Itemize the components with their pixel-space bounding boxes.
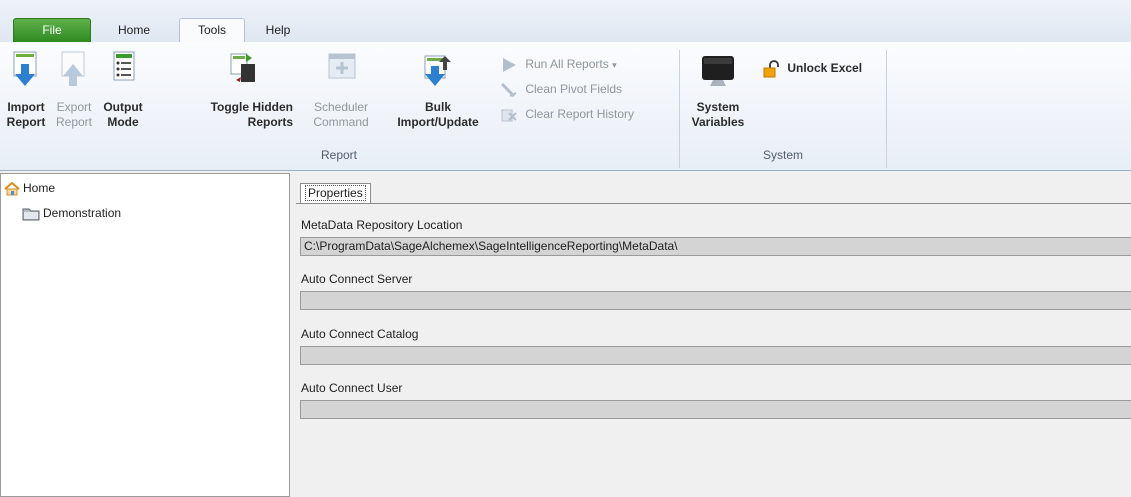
- tab-help[interactable]: Help: [253, 19, 303, 42]
- scheduler-command-button[interactable]: Scheduler Command: [300, 50, 382, 130]
- bulk-import-icon: [424, 55, 451, 86]
- scheduler-command-label: Scheduler Command: [313, 100, 369, 129]
- properties-panel: Properties MetaData Repository Location …: [292, 173, 1131, 497]
- tab-file[interactable]: File: [13, 18, 91, 42]
- tab-tools[interactable]: Tools: [179, 18, 245, 43]
- export-report-button[interactable]: Export Report: [51, 50, 97, 130]
- clear-report-history-label: Clear Report History: [525, 107, 635, 121]
- tab-properties[interactable]: Properties: [300, 183, 371, 203]
- import-report-label: Import Report: [6, 100, 46, 129]
- run-all-reports-label: Run All Reports: [525, 57, 609, 71]
- tab-divider: [296, 203, 1131, 204]
- scheduler-icon: [328, 53, 356, 79]
- toggle-hidden-reports-button[interactable]: Toggle Hidden Reports: [193, 50, 293, 130]
- report-group-label: Report: [320, 148, 358, 162]
- output-mode-label: Output Mode: [103, 100, 143, 129]
- bulk-import-update-button[interactable]: Bulk Import/Update: [383, 50, 493, 130]
- unlock-excel-label: Unlock Excel: [787, 61, 863, 75]
- run-all-reports-button[interactable]: Run All Reports ▾: [500, 54, 617, 74]
- tab-properties-label: Properties: [305, 185, 366, 201]
- output-mode-button[interactable]: Output Mode: [97, 50, 149, 130]
- folder-icon: [22, 208, 40, 221]
- export-icon: [61, 51, 85, 86]
- output-mode-icon: [113, 51, 135, 81]
- tree-item-demonstration[interactable]: Demonstration: [22, 205, 121, 222]
- system-variables-button[interactable]: System Variables: [686, 50, 750, 130]
- chevron-down-icon: ▾: [612, 60, 617, 70]
- import-report-button[interactable]: Import Report: [2, 50, 50, 130]
- clean-icon: [500, 82, 517, 97]
- ribbon-tab-bar: File Home Tools Help: [0, 0, 1131, 43]
- export-report-label: Export Report: [55, 100, 93, 129]
- unlock-icon: [763, 59, 779, 78]
- tree-item-demonstration-label: Demonstration: [43, 206, 122, 220]
- clear-report-history-button[interactable]: Clear Report History: [500, 104, 634, 124]
- auto-connect-catalog-field[interactable]: [300, 346, 1131, 365]
- monitor-icon: [702, 56, 734, 86]
- system-group-label: System: [762, 148, 803, 162]
- metadata-location-field[interactable]: C:\ProgramData\SageAlchemex\SageIntellig…: [300, 237, 1131, 256]
- tree-item-home-label: Home: [23, 181, 56, 195]
- auto-connect-server-field[interactable]: [300, 291, 1131, 310]
- tree-view: Home Demonstration: [0, 173, 290, 497]
- tree-item-home[interactable]: Home: [4, 180, 55, 197]
- clear-history-icon: [501, 109, 517, 122]
- system-variables-label: System Variables: [691, 100, 745, 129]
- import-icon: [13, 51, 37, 86]
- metadata-location-label: MetaData Repository Location: [301, 218, 463, 232]
- unlock-excel-button[interactable]: Unlock Excel: [762, 58, 862, 78]
- bulk-import-update-label: Bulk Import/Update: [397, 100, 479, 129]
- clean-pivot-fields-label: Clean Pivot Fields: [525, 82, 623, 96]
- auto-connect-catalog-label: Auto Connect Catalog: [301, 327, 419, 341]
- toggle-hidden-icon: [230, 53, 255, 82]
- toggle-hidden-reports-label: Toggle Hidden Reports: [210, 100, 293, 129]
- tab-home[interactable]: Home: [104, 19, 164, 42]
- auto-connect-user-label: Auto Connect User: [301, 381, 403, 395]
- auto-connect-server-label: Auto Connect Server: [301, 272, 413, 286]
- auto-connect-user-field[interactable]: [300, 400, 1131, 419]
- run-icon: [503, 57, 516, 72]
- ribbon: Import Report Export Report Output Mode …: [0, 42, 1131, 171]
- group-separator: [886, 50, 887, 168]
- clean-pivot-fields-button[interactable]: Clean Pivot Fields: [500, 79, 622, 99]
- home-icon: [4, 181, 20, 196]
